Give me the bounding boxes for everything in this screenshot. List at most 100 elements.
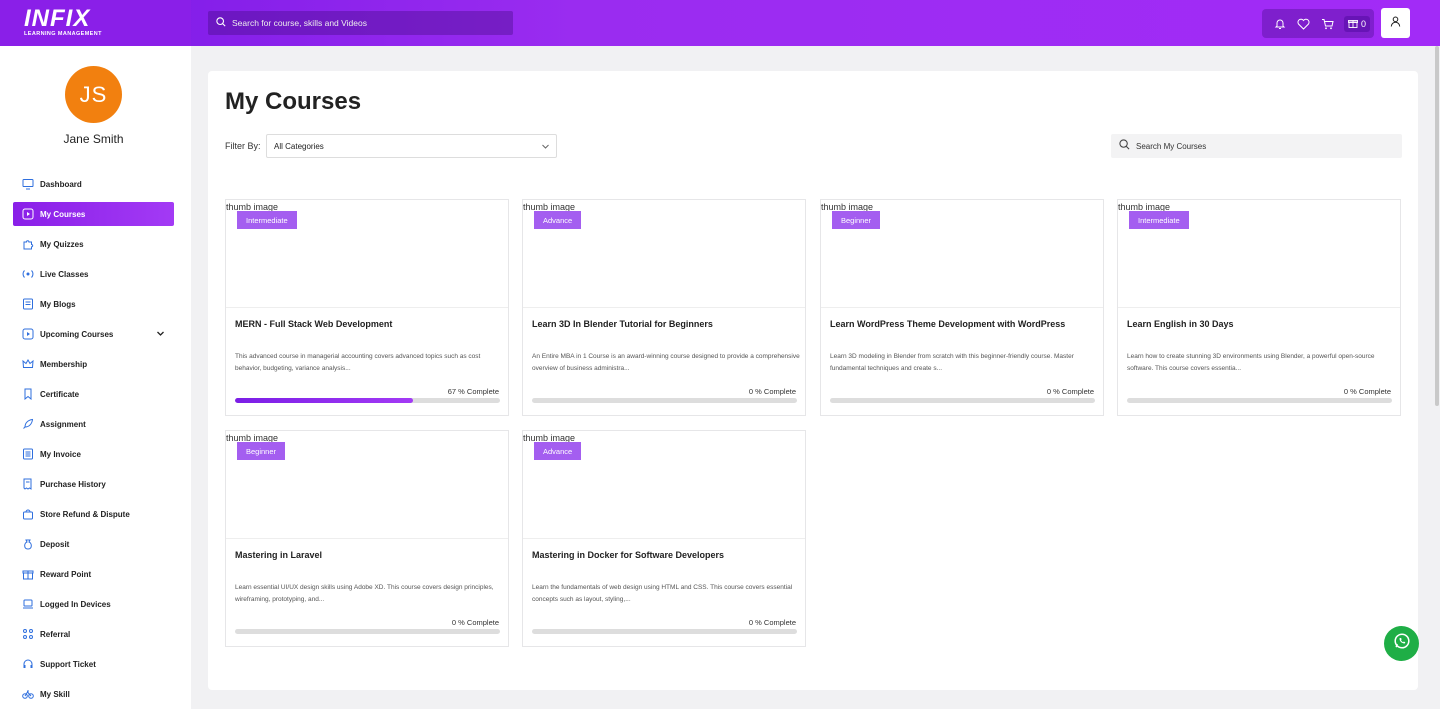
- user-menu-button[interactable]: [1381, 8, 1410, 38]
- network-icon: [22, 628, 34, 640]
- blog-icon: [22, 298, 34, 310]
- monitor-icon: [22, 178, 34, 190]
- course-card[interactable]: thumb image Beginner Mastering in Laravel L…: [225, 430, 509, 647]
- sidebar-item-referral[interactable]: Referral: [13, 622, 174, 646]
- broadcast-icon: [22, 268, 34, 280]
- chevron-down-icon[interactable]: [156, 329, 165, 340]
- progress-bar: [1127, 398, 1392, 403]
- course-thumbnail[interactable]: thumb image Beginner: [821, 200, 1103, 308]
- global-search[interactable]: [208, 11, 513, 35]
- money-bag-icon: [22, 538, 34, 550]
- whatsapp-chat-button[interactable]: [1384, 626, 1419, 661]
- sidebar-item-assignment[interactable]: Assignment: [13, 412, 174, 436]
- level-badge: Intermediate: [237, 211, 297, 229]
- header-icon-group: 0: [1262, 9, 1374, 38]
- sidebar-item-my-blogs[interactable]: My Blogs: [13, 292, 174, 316]
- gift-cart-button[interactable]: 0: [1344, 15, 1371, 32]
- sidebar: JS Jane Smith Dashboard My Courses My Quiz…: [0, 46, 191, 709]
- course-description: An Entire MBA in 1 Course is an award-wi…: [532, 353, 800, 372]
- sidebar-item-label: My Invoice: [40, 449, 81, 459]
- headset-icon: [22, 658, 34, 670]
- course-title[interactable]: Learn English in 30 Days: [1127, 319, 1234, 329]
- logo-subtitle: LEARNING MANAGEMENT: [24, 31, 102, 37]
- level-badge: Beginner: [237, 442, 286, 460]
- sidebar-item-my-quizzes[interactable]: My Quizzes: [13, 232, 174, 256]
- chevron-down-icon: [541, 142, 550, 153]
- sidebar-item-logged-in-devices[interactable]: Logged In Devices: [13, 592, 174, 616]
- course-thumbnail[interactable]: thumb image Advance: [523, 431, 805, 539]
- course-thumbnail[interactable]: thumb image Advance: [523, 200, 805, 308]
- sidebar-item-my-skill[interactable]: My Skill: [13, 682, 174, 706]
- sidebar-item-dashboard[interactable]: Dashboard: [13, 172, 174, 196]
- bookmark-icon: [22, 388, 34, 400]
- sidebar-item-support-ticket[interactable]: Support Ticket: [13, 652, 174, 676]
- sidebar-item-label: My Skill: [40, 689, 70, 699]
- course-card[interactable]: thumb image Intermediate Learn English in …: [1117, 199, 1401, 416]
- sidebar-item-store-refund-dispute[interactable]: Store Refund & Dispute: [13, 502, 174, 526]
- course-card[interactable]: thumb image Intermediate MERN - Full Stack…: [225, 199, 509, 416]
- progress-text: 0 % Complete: [748, 618, 796, 627]
- progress-text: 0 % Complete: [1046, 387, 1094, 396]
- course-card[interactable]: thumb image Beginner Learn WordPress Theme…: [820, 199, 1104, 416]
- sidebar-item-deposit[interactable]: Deposit: [13, 532, 174, 556]
- sidebar-item-label: My Courses: [40, 209, 86, 219]
- course-thumbnail[interactable]: thumb image Intermediate: [226, 200, 508, 308]
- top-header: INFIX LEARNING MANAGEMENT 0: [0, 0, 1440, 46]
- level-badge: Intermediate: [1129, 211, 1189, 229]
- bell-icon[interactable]: [1272, 16, 1287, 31]
- progress-bar: [235, 629, 500, 634]
- bag-icon: [22, 508, 34, 520]
- laptop-icon: [22, 598, 34, 610]
- course-description: Learn how to create stunning 3D environm…: [1127, 353, 1375, 372]
- sidebar-item-my-invoice[interactable]: My Invoice: [13, 442, 174, 466]
- gift-icon: [1348, 18, 1358, 30]
- logo[interactable]: INFIX LEARNING MANAGEMENT: [24, 7, 102, 38]
- avatar[interactable]: JS: [65, 66, 122, 123]
- sidebar-item-label: Support Ticket: [40, 659, 96, 669]
- sidebar-item-label: Live Classes: [40, 269, 89, 279]
- page-scrollbar[interactable]: [1434, 46, 1440, 709]
- play-square-icon: [22, 208, 34, 220]
- my-courses-search[interactable]: [1111, 134, 1402, 158]
- sidebar-item-purchase-history[interactable]: Purchase History: [13, 472, 174, 496]
- cart-icon[interactable]: [1320, 16, 1335, 31]
- sidebar-item-upcoming-courses[interactable]: Upcoming Courses: [13, 322, 174, 346]
- course-title[interactable]: Learn 3D In Blender Tutorial for Beginne…: [532, 319, 713, 329]
- sidebar-item-label: My Blogs: [40, 299, 76, 309]
- logo-area[interactable]: INFIX LEARNING MANAGEMENT: [0, 0, 191, 46]
- scrollbar-thumb[interactable]: [1435, 46, 1439, 406]
- sidebar-item-label: Logged In Devices: [40, 599, 111, 609]
- sidebar-item-reward-point[interactable]: Reward Point: [13, 562, 174, 586]
- sidebar-item-live-classes[interactable]: Live Classes: [13, 262, 174, 286]
- search-icon: [1119, 137, 1130, 155]
- course-thumbnail[interactable]: thumb image Intermediate: [1118, 200, 1400, 308]
- course-title[interactable]: Mastering in Docker for Software Develop…: [532, 550, 724, 560]
- main-panel: My Courses Filter By: All Categories thu…: [208, 71, 1418, 690]
- crown-icon: [22, 358, 34, 370]
- level-badge: Beginner: [832, 211, 881, 229]
- sidebar-item-label: Dashboard: [40, 179, 82, 189]
- list-icon: [22, 448, 34, 460]
- sidebar-item-label: Upcoming Courses: [40, 329, 114, 339]
- course-description: Learn the fundamentals of web design usi…: [532, 584, 793, 603]
- course-title[interactable]: MERN - Full Stack Web Development: [235, 319, 392, 329]
- heart-icon[interactable]: [1296, 16, 1311, 31]
- course-thumbnail[interactable]: thumb image Beginner: [226, 431, 508, 539]
- my-courses-search-input[interactable]: [1136, 141, 1386, 151]
- sidebar-item-label: Deposit: [40, 539, 70, 549]
- course-card[interactable]: thumb image Advance Learn 3D In Blender Tu…: [522, 199, 806, 416]
- sidebar-item-membership[interactable]: Membership: [13, 352, 174, 376]
- category-filter-select[interactable]: All Categories: [266, 134, 557, 158]
- whatsapp-icon: [1393, 632, 1411, 655]
- sidebar-item-certificate[interactable]: Certificate: [13, 382, 174, 406]
- course-title[interactable]: Learn WordPress Theme Development with W…: [830, 319, 1065, 329]
- progress-text: 0 % Complete: [748, 387, 796, 396]
- sidebar-item-my-courses[interactable]: My Courses: [13, 202, 174, 226]
- course-card[interactable]: thumb image Advance Mastering in Docker fo…: [522, 430, 806, 647]
- course-title[interactable]: Mastering in Laravel: [235, 550, 322, 560]
- global-search-input[interactable]: [232, 18, 502, 28]
- sidebar-item-label: My Quizzes: [40, 239, 84, 249]
- sidebar-item-label: Certificate: [40, 389, 80, 399]
- progress-bar-fill: [235, 398, 413, 403]
- sidebar-item-label: Membership: [40, 359, 88, 369]
